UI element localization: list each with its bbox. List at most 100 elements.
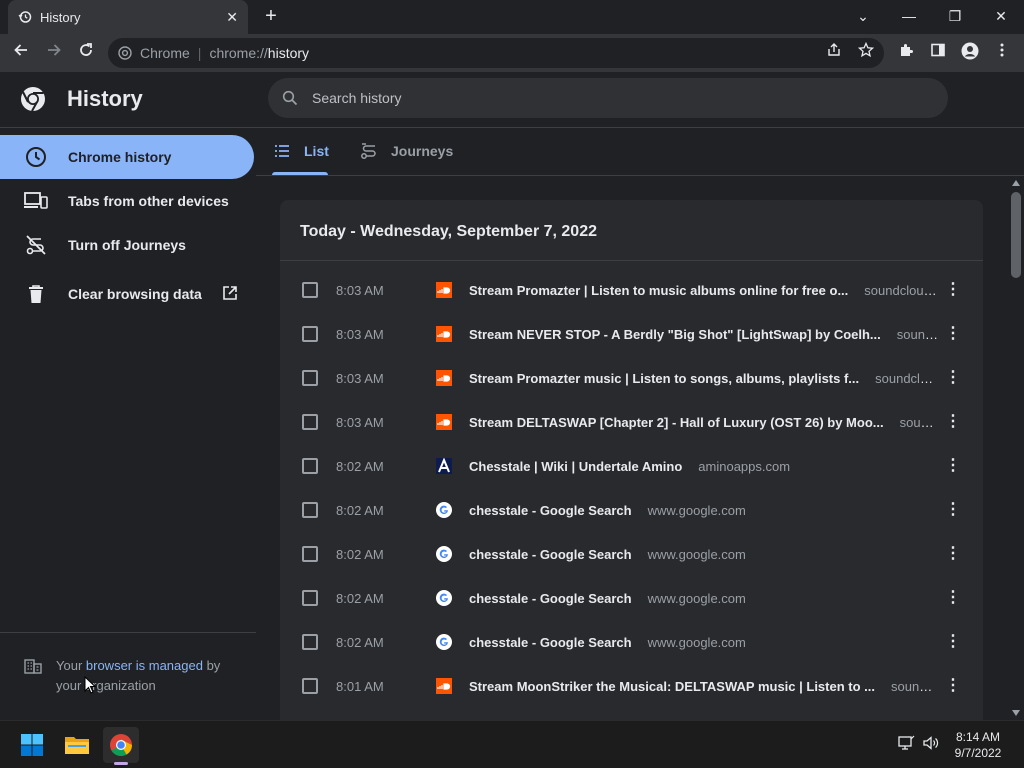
row-link[interactable]: Stream MoonStriker the Musical: DELTASWA…	[469, 679, 939, 694]
scrollbar[interactable]	[1008, 176, 1024, 720]
row-title: Stream DELTASWAP [Chapter 2] - Hall of L…	[469, 414, 884, 430]
history-row[interactable]: 8:02 AM chesstale - Google Search www.goog…	[280, 576, 983, 620]
sidebar-item-chrome-history[interactable]: Chrome history	[0, 135, 254, 179]
journeys-icon	[361, 143, 376, 159]
row-checkbox[interactable]	[302, 414, 318, 430]
minimize-button[interactable]: —	[897, 6, 921, 26]
folder-icon	[65, 737, 89, 754]
history-row[interactable]: 8:02 AM Chesstale | Wiki | Undertale Amin…	[280, 444, 983, 488]
system-clock[interactable]: 8:14 AM 9/7/2022	[946, 729, 1010, 761]
row-menu-icon[interactable]: ⋮	[944, 633, 962, 651]
row-checkbox[interactable]	[302, 634, 318, 650]
row-checkbox[interactable]	[302, 370, 318, 386]
row-link[interactable]: Stream NEVER STOP - A Berdly "Big Shot" …	[469, 327, 939, 342]
windows-logo-icon	[21, 734, 43, 756]
building-icon	[24, 659, 42, 674]
chrome-taskbar-button[interactable]	[103, 727, 139, 763]
tab-search-icon[interactable]: ⌄	[851, 6, 875, 26]
row-menu-icon[interactable]: ⋮	[944, 413, 962, 431]
profile-avatar-icon[interactable]	[960, 42, 980, 62]
row-menu-icon[interactable]: ⋮	[944, 325, 962, 343]
history-row[interactable]: 8:03 AM Stream Promazter | Listen to musi…	[280, 268, 983, 312]
search-box[interactable]	[268, 78, 948, 118]
soundcloud-favicon-icon	[436, 326, 452, 342]
row-title: Stream MoonStriker the Musical: DELTASWA…	[469, 678, 875, 694]
sidebar-item-clear-browsing-data[interactable]: Clear browsing data	[0, 272, 254, 316]
row-checkbox[interactable]	[302, 502, 318, 518]
tab-list[interactable]: List	[274, 128, 329, 174]
row-checkbox[interactable]	[302, 678, 318, 694]
row-link[interactable]: chesstale - Google Search www.google.com	[469, 591, 939, 606]
volume-icon[interactable]	[921, 735, 941, 755]
google-favicon-icon	[436, 634, 452, 650]
row-checkbox[interactable]	[302, 546, 318, 562]
row-domain: www.google.com	[647, 634, 746, 650]
date-heading: Today - Wednesday, September 7, 2022	[300, 223, 597, 240]
row-link[interactable]: Stream Promazter music | Listen to songs…	[469, 371, 939, 386]
share-icon[interactable]	[824, 42, 844, 62]
row-time: 8:02 AM	[336, 590, 384, 606]
history-row[interactable]: 8:02 AM chesstale - Google Search www.goog…	[280, 532, 983, 576]
file-explorer-button[interactable]	[59, 727, 95, 763]
address-bar[interactable]: Chrome | chrome:// history	[108, 38, 884, 68]
card-divider	[280, 260, 983, 261]
browser-tab[interactable]: History ✕	[8, 0, 248, 34]
managed-link[interactable]: browser is managed	[86, 658, 203, 673]
row-checkbox[interactable]	[302, 458, 318, 474]
history-row[interactable]: 8:02 AM chesstale - Google Search www.goog…	[280, 488, 983, 532]
scroll-up-arrow-icon[interactable]	[1012, 180, 1020, 186]
sidebar-item-turn-off-journeys[interactable]: Turn off Journeys	[0, 223, 254, 267]
row-checkbox[interactable]	[302, 282, 318, 298]
forward-button[interactable]	[43, 42, 65, 64]
row-time: 8:02 AM	[336, 634, 384, 650]
history-row[interactable]: 8:03 AM Stream NEVER STOP - A Berdly "Big…	[280, 312, 983, 356]
start-button[interactable]	[14, 727, 50, 763]
row-menu-icon[interactable]: ⋮	[944, 545, 962, 563]
back-button[interactable]	[10, 42, 32, 64]
reload-button[interactable]	[75, 42, 97, 64]
search-input[interactable]	[312, 90, 872, 106]
sidebar-item-tabs-other-devices[interactable]: Tabs from other devices	[0, 179, 254, 223]
extensions-icon[interactable]	[896, 42, 916, 62]
search-icon	[282, 90, 298, 106]
row-link[interactable]: Chesstale | Wiki | Undertale Amino aminoa…	[469, 459, 939, 474]
row-title: Stream Promazter music | Listen to songs…	[469, 370, 860, 386]
row-link[interactable]: chesstale - Google Search www.google.com	[469, 503, 939, 518]
side-panel-icon[interactable]	[928, 42, 948, 62]
chrome-icon	[110, 734, 132, 756]
back-arrow-icon	[14, 44, 27, 56]
row-menu-icon[interactable]: ⋮	[944, 457, 962, 475]
history-content: Today - Wednesday, September 7, 2022 8:0…	[256, 176, 1008, 720]
chrome-menu-icon[interactable]	[992, 42, 1012, 62]
row-menu-icon[interactable]: ⋮	[944, 677, 962, 695]
row-link[interactable]: Stream Promazter | Listen to music album…	[469, 283, 939, 298]
row-menu-icon[interactable]: ⋮	[944, 501, 962, 519]
tab-close-icon[interactable]: ✕	[226, 9, 238, 26]
row-link[interactable]: chesstale - Google Search www.google.com	[469, 547, 939, 562]
sidebar-divider	[0, 632, 256, 633]
scrollbar-thumb[interactable]	[1011, 192, 1021, 278]
row-menu-icon[interactable]: ⋮	[944, 281, 962, 299]
tab-journeys[interactable]: Journeys	[360, 128, 453, 174]
history-row[interactable]: 8:01 AM Stream MoonStriker the Musical: D…	[280, 664, 983, 708]
url-path: history	[267, 45, 310, 61]
row-domain: www.google.com	[647, 502, 746, 518]
new-tab-button[interactable]: +	[260, 5, 282, 27]
row-title: chesstale - Google Search	[469, 546, 632, 562]
history-row[interactable]: 8:02 AM chesstale - Google Search www.goog…	[280, 620, 983, 664]
row-checkbox[interactable]	[302, 590, 318, 606]
network-icon[interactable]	[896, 735, 916, 755]
bookmark-star-icon[interactable]	[856, 41, 876, 62]
history-row[interactable]: 8:03 AM Stream DELTASWAP [Chapter 2] - Ha…	[280, 400, 983, 444]
history-row[interactable]: 8:03 AM Stream Promazter music | Listen t…	[280, 356, 983, 400]
close-window-button[interactable]: ✕	[989, 6, 1013, 26]
tab-label: List	[304, 143, 329, 159]
restore-button[interactable]: ❐	[943, 6, 967, 26]
row-menu-icon[interactable]: ⋮	[944, 589, 962, 607]
row-link[interactable]: Stream DELTASWAP [Chapter 2] - Hall of L…	[469, 415, 939, 430]
row-checkbox[interactable]	[302, 326, 318, 342]
row-link[interactable]: chesstale - Google Search www.google.com	[469, 635, 939, 650]
scroll-down-arrow-icon[interactable]	[1012, 710, 1020, 716]
row-menu-icon[interactable]: ⋮	[944, 369, 962, 387]
sidebar-item-label: Tabs from other devices	[68, 193, 229, 209]
